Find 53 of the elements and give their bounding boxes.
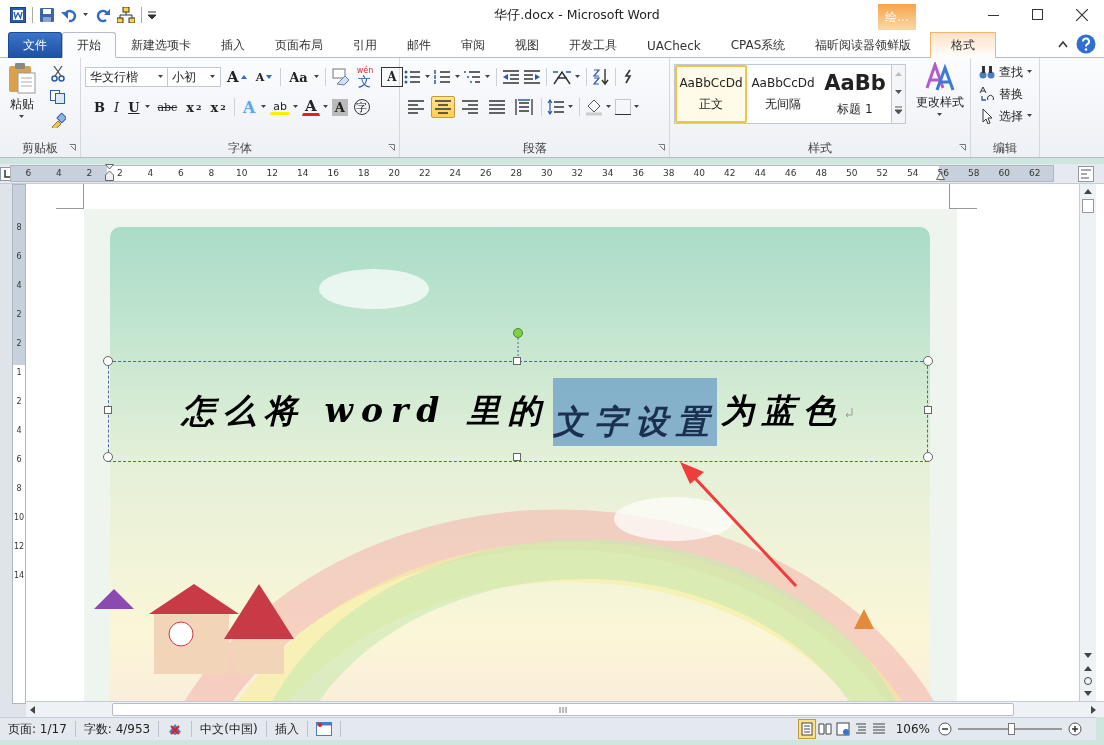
window-title: 华仔.docx - Microsoft Word: [493, 6, 661, 24]
zoom-level[interactable]: 106%: [895, 722, 930, 736]
group-label: 编辑: [993, 139, 1017, 157]
group-label: 样式: [808, 139, 832, 157]
strikethrough-button[interactable]: abc: [154, 96, 181, 118]
character-shading-button[interactable]: A: [331, 98, 348, 116]
change-styles-button[interactable]: 更改样式: [912, 62, 968, 139]
font-color-button[interactable]: A: [302, 98, 320, 116]
selected-text: 文字设置: [552, 377, 717, 446]
ribbon-tab[interactable]: CPAS系统: [715, 32, 801, 58]
ribbon-tab[interactable]: UACheck: [632, 32, 716, 58]
ribbon-tab[interactable]: 插入: [206, 32, 260, 58]
ribbon-tab[interactable]: 邮件: [392, 32, 446, 58]
vertical-ruler: 8 6 4 2 2 1 2 4 6 8 10 12 14: [12, 184, 26, 704]
select-button[interactable]: 选择: [979, 106, 1033, 126]
ribbon-tab[interactable]: 视图: [500, 32, 554, 58]
change-case-button[interactable]: Aa: [286, 66, 311, 88]
font-size-field[interactable]: 小初: [167, 67, 221, 87]
ribbon-tab[interactable]: 福昕阅读器领鲜版: [800, 32, 927, 58]
bold-button[interactable]: B: [91, 96, 108, 118]
character-border-button[interactable]: A: [381, 67, 403, 87]
ribbon-tab[interactable]: 审阅: [446, 32, 500, 58]
text-box[interactable]: 怎么将 word 里的 文字设置 为蓝色: [108, 361, 928, 462]
find-button[interactable]: 查找: [979, 62, 1033, 82]
grow-font-button[interactable]: A: [224, 66, 250, 88]
font-name-field[interactable]: 华文行楷: [85, 67, 169, 87]
ribbon-tab[interactable]: 开始: [62, 32, 116, 58]
style-gallery-item[interactable]: AaBbCcDd 无间隔: [747, 65, 819, 123]
phonetic-guide-button[interactable]: wén 文: [353, 66, 377, 88]
group-label: 段落: [522, 139, 547, 157]
heading-text: 怎么将 word 里的: [182, 390, 549, 432]
italic-button[interactable]: I: [111, 96, 123, 118]
ribbon-tab[interactable]: 文件: [8, 32, 62, 58]
ribbon-tab[interactable]: 页面布局: [260, 32, 338, 58]
ribbon-tab[interactable]: 格式: [930, 32, 997, 58]
insert-mode-indicator[interactable]: 插入: [266, 721, 308, 737]
ribbon-tab[interactable]: 新建选项卡: [116, 32, 206, 58]
contextual-tab-group: 绘...: [878, 4, 916, 30]
language-indicator[interactable]: 中文(中国): [192, 721, 267, 737]
underline-button[interactable]: U: [125, 96, 143, 118]
group-label: 剪贴板: [22, 139, 58, 157]
style-gallery-item[interactable]: AaBb 标题 1: [819, 65, 891, 123]
style-gallery-item[interactable]: AaBbCcDd 正文: [675, 65, 747, 123]
ribbon-tab[interactable]: 引用: [338, 32, 392, 58]
replace-button[interactable]: 替换: [979, 84, 1023, 104]
ribbon-tab[interactable]: 开发工具: [554, 32, 632, 58]
word-count[interactable]: 字数: 4/953: [75, 721, 160, 737]
paste-button[interactable]: 粘贴: [4, 62, 40, 119]
shrink-font-button[interactable]: A: [252, 66, 276, 88]
heading-text: 为蓝色: [720, 390, 844, 432]
group-label: 字体: [228, 139, 252, 157]
page-count[interactable]: 页面: 1/17: [0, 721, 76, 737]
highlight-button[interactable]: ab: [270, 99, 291, 115]
